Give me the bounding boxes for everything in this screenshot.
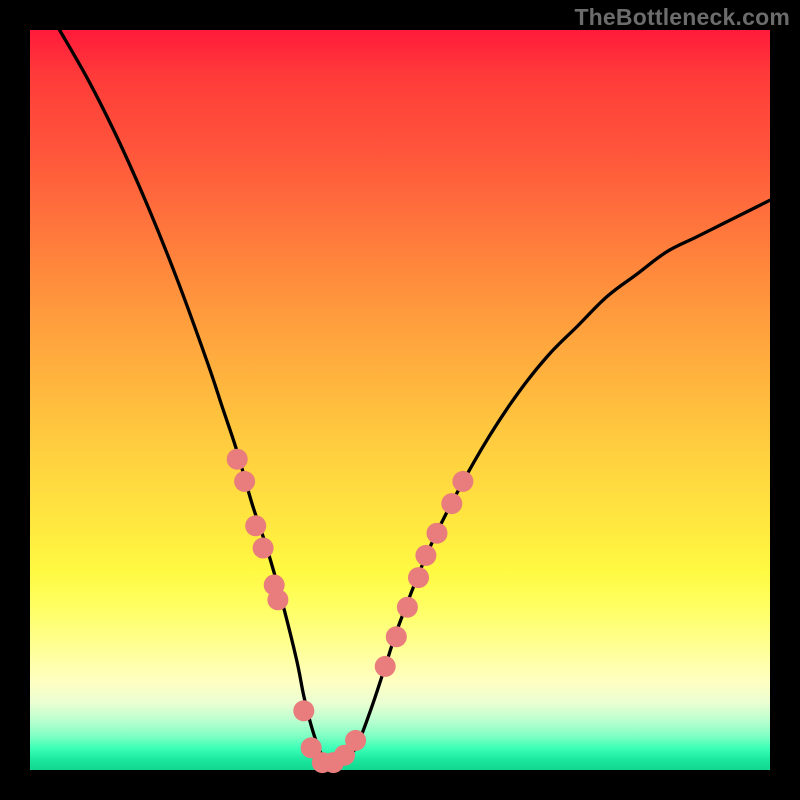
data-point xyxy=(253,538,274,559)
data-point xyxy=(427,523,448,544)
plot-area xyxy=(30,30,770,770)
data-point xyxy=(375,656,396,677)
chart-frame: TheBottleneck.com xyxy=(0,0,800,800)
data-point xyxy=(441,493,462,514)
watermark-text: TheBottleneck.com xyxy=(574,4,790,31)
data-point xyxy=(386,626,407,647)
curve-points xyxy=(227,449,474,773)
bottleneck-curve xyxy=(60,30,770,764)
data-point xyxy=(345,730,366,751)
data-point xyxy=(408,567,429,588)
data-point xyxy=(267,589,288,610)
data-point xyxy=(227,449,248,470)
chart-svg xyxy=(30,30,770,770)
data-point xyxy=(234,471,255,492)
data-point xyxy=(245,515,266,536)
data-point xyxy=(397,597,418,618)
data-point xyxy=(293,700,314,721)
data-point xyxy=(452,471,473,492)
data-point xyxy=(415,545,436,566)
